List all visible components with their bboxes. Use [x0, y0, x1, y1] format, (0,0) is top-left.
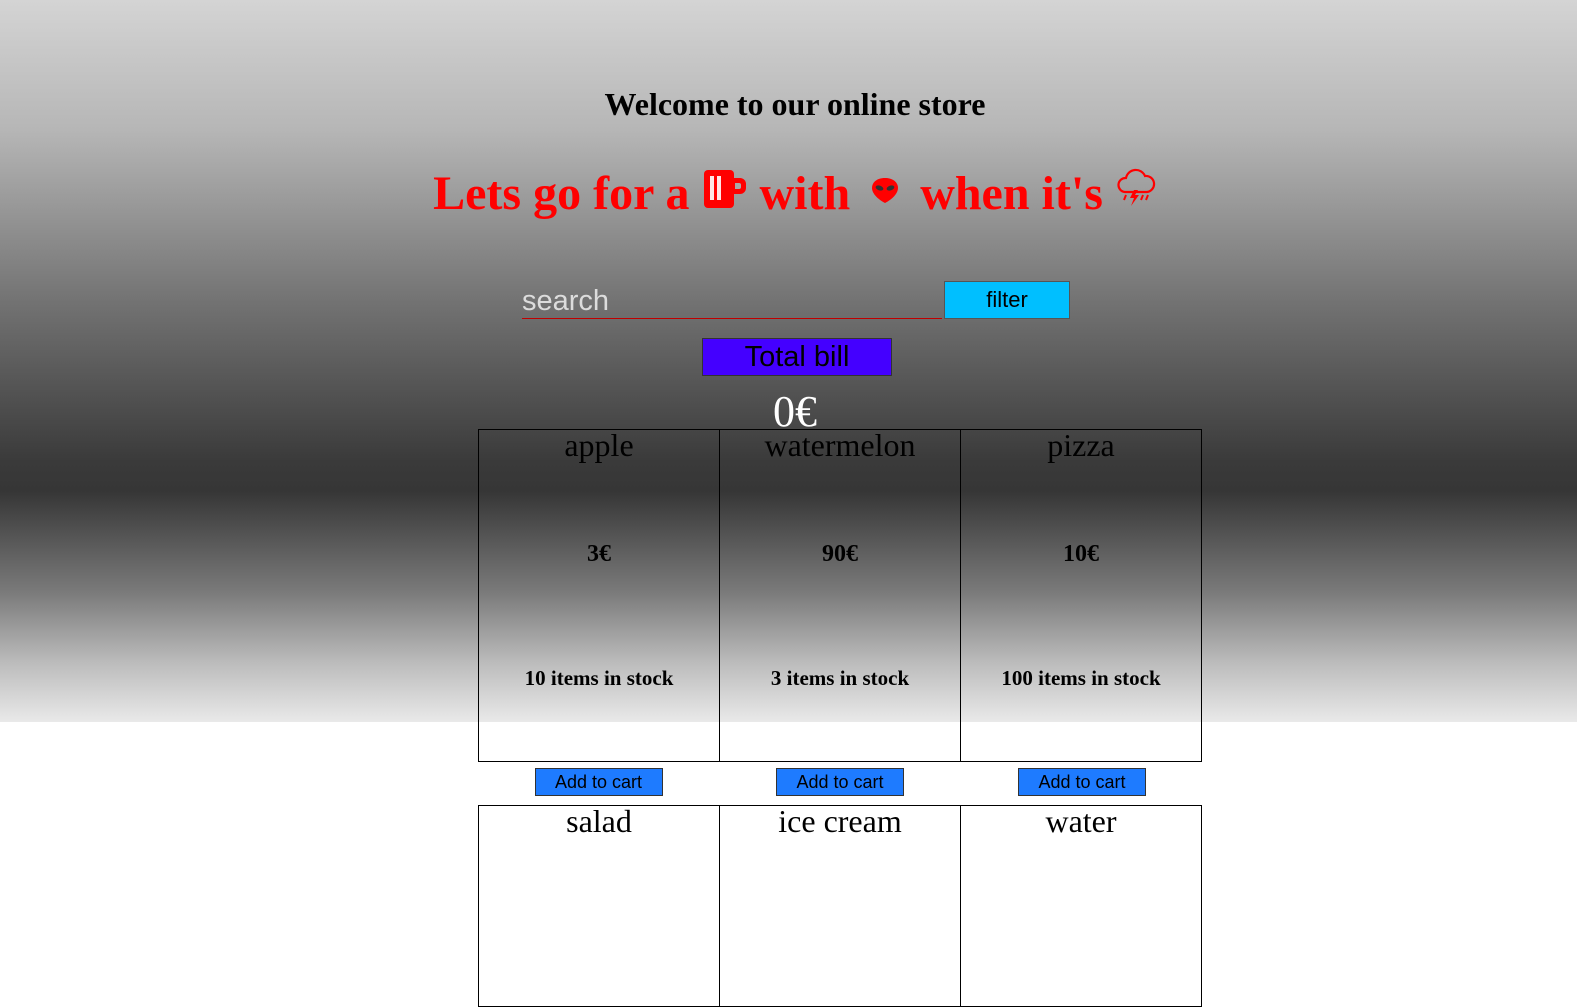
- product-name: ice cream: [778, 803, 902, 839]
- product-card-water: water: [960, 803, 1202, 1007]
- product-grid: apple 3€ 10 items in stock watermelon 90…: [478, 427, 1204, 1007]
- alien-icon: [862, 166, 908, 224]
- product-name: water: [1045, 803, 1117, 839]
- tagline-heading: Lets go for a with when it's: [0, 166, 1577, 224]
- product-card-ice-cream: ice cream: [719, 803, 961, 1007]
- store-page: Welcome to our online store Lets go for …: [0, 0, 1577, 1007]
- product-price: 3€: [587, 541, 611, 567]
- button-cell: Add to cart: [478, 762, 719, 805]
- product-name: apple: [564, 427, 634, 463]
- product-card-pizza: pizza 10€ 100 items in stock: [960, 427, 1202, 762]
- storm-cloud-icon: [1115, 166, 1157, 224]
- search-bar: filter: [522, 281, 1070, 319]
- button-cell: Add to cart: [719, 762, 961, 805]
- product-name: watermelon: [764, 427, 916, 463]
- product-price: 10€: [1063, 541, 1099, 567]
- product-row: salad ice cream water: [478, 803, 1204, 1007]
- search-input[interactable]: [522, 284, 942, 319]
- product-name: pizza: [1047, 427, 1115, 463]
- button-cell: Add to cart: [961, 762, 1203, 805]
- product-stock: 10 items in stock: [524, 666, 674, 690]
- product-stock: 3 items in stock: [770, 666, 910, 690]
- add-to-cart-button-pizza[interactable]: Add to cart: [1018, 768, 1146, 796]
- tagline-text-3: when it's: [920, 167, 1103, 220]
- product-name: salad: [566, 803, 632, 839]
- product-card-apple: apple 3€ 10 items in stock: [478, 427, 720, 762]
- tagline-text-2: with: [759, 167, 851, 220]
- filter-button[interactable]: filter: [944, 281, 1070, 319]
- product-stock: 100 items in stock: [1001, 666, 1161, 690]
- product-price: 90€: [822, 541, 858, 567]
- product-card-watermelon: watermelon 90€ 3 items in stock: [719, 427, 961, 762]
- total-bill-button[interactable]: Total bill: [702, 338, 892, 376]
- add-to-cart-row: Add to cart Add to cart Add to cart: [478, 762, 1204, 805]
- add-to-cart-button-watermelon[interactable]: Add to cart: [776, 768, 904, 796]
- add-to-cart-button-apple[interactable]: Add to cart: [534, 768, 663, 796]
- product-row: apple 3€ 10 items in stock watermelon 90…: [478, 427, 1204, 762]
- beer-mug-icon: [702, 166, 748, 224]
- welcome-heading: Welcome to our online store: [604, 86, 986, 122]
- product-card-salad: salad: [478, 803, 720, 1007]
- tagline-text-1: Lets go for a: [433, 167, 690, 220]
